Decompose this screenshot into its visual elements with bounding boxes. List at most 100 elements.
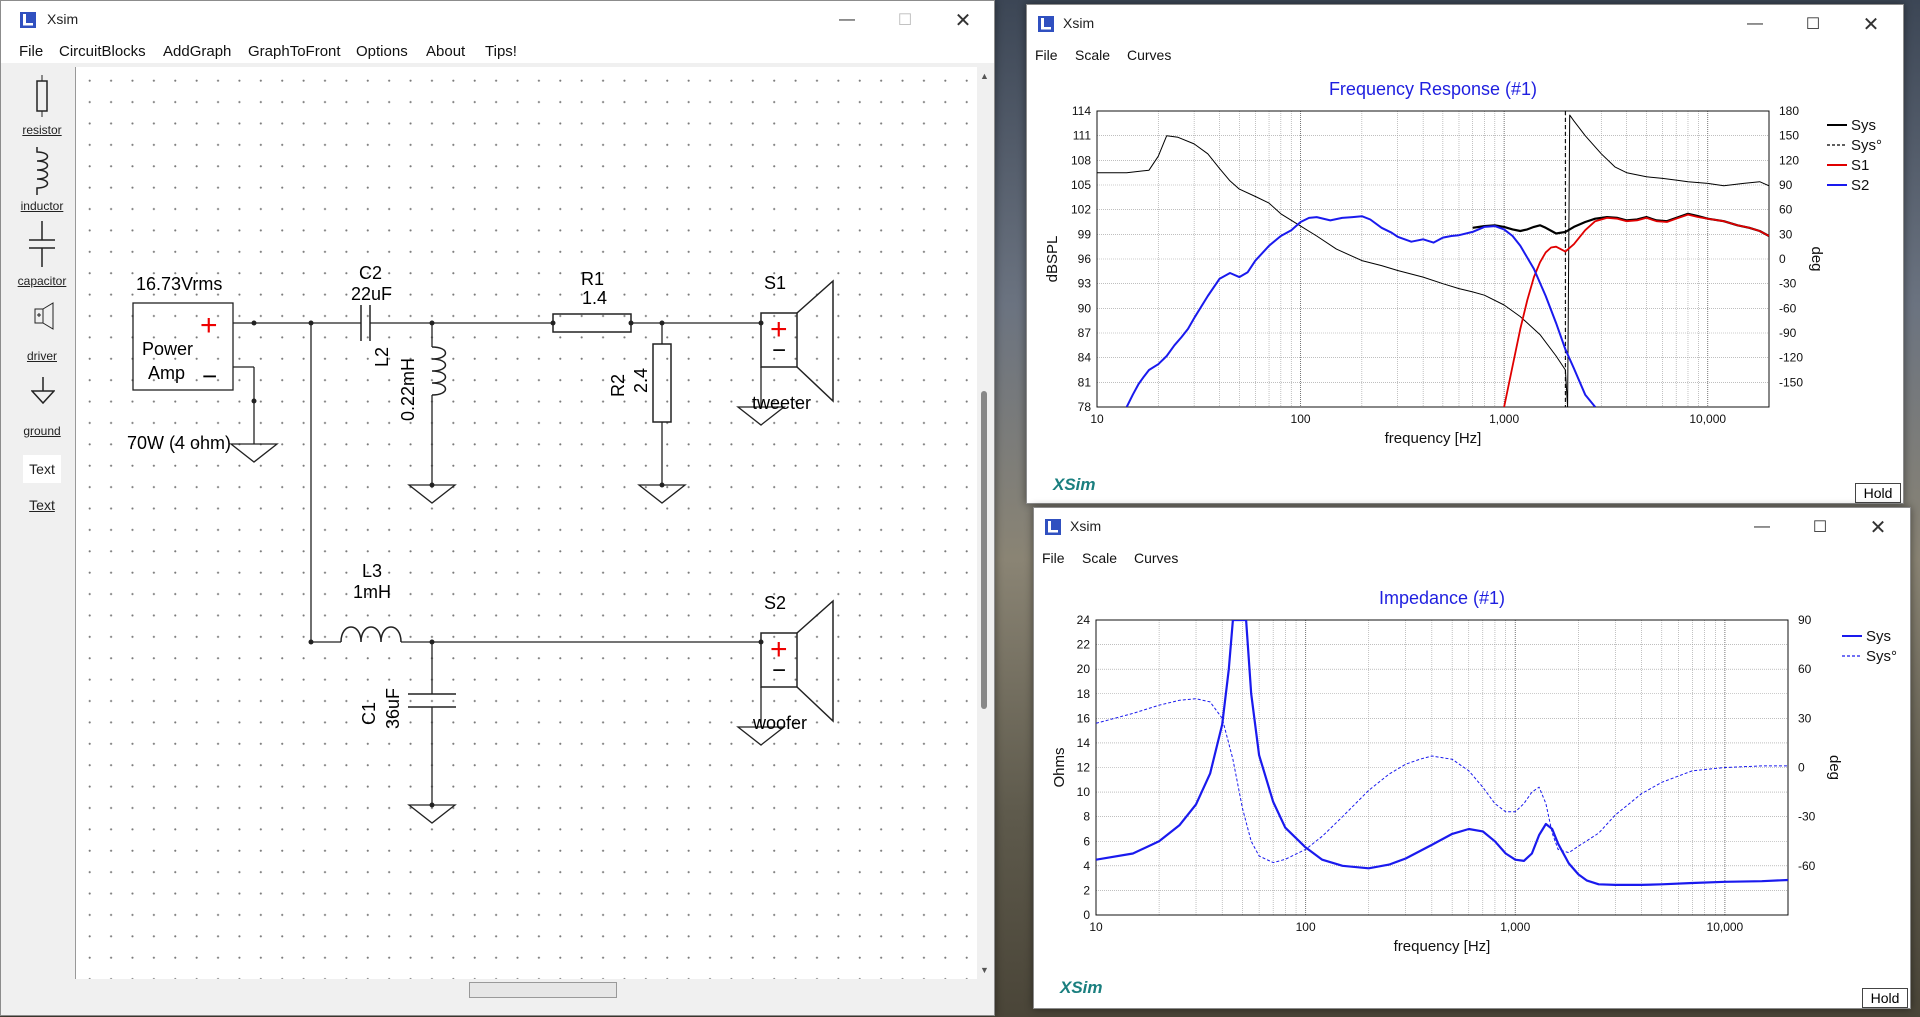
- imp-titlebar[interactable]: Xsim — ☐ ✕: [1034, 508, 1910, 546]
- toolbar-resistor-label[interactable]: resistor: [12, 123, 72, 137]
- c2-value[interactable]: 22uF: [351, 284, 392, 305]
- inductor-icon[interactable]: [31, 147, 55, 195]
- hold-button[interactable]: Hold: [1862, 988, 1908, 1008]
- y-tick-label: 18: [1077, 687, 1091, 701]
- y-tick-label: 6: [1083, 834, 1090, 848]
- chart-title: Frequency Response (#1): [1329, 79, 1537, 99]
- maximize-button[interactable]: ☐: [1790, 5, 1836, 43]
- horizontal-scrollbar[interactable]: [75, 979, 977, 999]
- menu-graphtofront[interactable]: GraphToFront: [248, 43, 341, 60]
- schematic-canvas[interactable]: 16.73Vrms Power Amp + − 70W (4 ohm) C2 2…: [75, 67, 978, 979]
- vertical-scroll-thumb[interactable]: [981, 391, 987, 709]
- l3-name[interactable]: L3: [362, 561, 382, 582]
- scroll-down-arrow[interactable]: ▼: [980, 965, 989, 975]
- y-tick-label: 90: [1078, 301, 1092, 315]
- y2-tick-label: 60: [1798, 662, 1812, 676]
- s1-label[interactable]: tweeter: [752, 393, 811, 414]
- menu-file[interactable]: File: [1035, 47, 1058, 63]
- y-axis-label: Ohms: [1051, 747, 1068, 787]
- s2-name[interactable]: S2: [764, 593, 786, 614]
- x-tick-label: 10: [1090, 412, 1104, 426]
- schematic-window: Xsim — ☐ ✕ File CircuitBlocks AddGraph G…: [0, 0, 995, 1016]
- window-title: Xsim: [47, 11, 79, 27]
- c1-value[interactable]: 36uF: [383, 688, 404, 729]
- y-tick-label: 20: [1077, 662, 1091, 676]
- y-tick-label: 99: [1078, 227, 1092, 241]
- legend-label: Sys: [1866, 628, 1891, 645]
- hold-button[interactable]: Hold: [1855, 483, 1901, 503]
- legend-label: Sys°: [1851, 137, 1882, 154]
- toolbar-text-label-1[interactable]: Text: [12, 461, 72, 477]
- y-tick-label: 10: [1077, 785, 1091, 799]
- minimize-button[interactable]: —: [824, 1, 870, 39]
- c2-name[interactable]: C2: [359, 263, 382, 284]
- menu-addgraph[interactable]: AddGraph: [163, 43, 231, 60]
- l2-name[interactable]: L2: [372, 347, 393, 367]
- menu-curves[interactable]: Curves: [1127, 47, 1171, 63]
- toolbar-text-label-2[interactable]: Text: [12, 497, 72, 513]
- r1-name[interactable]: R1: [581, 269, 604, 290]
- menu-curves[interactable]: Curves: [1134, 550, 1178, 566]
- r1-value[interactable]: 1.4: [582, 288, 607, 309]
- menu-tips[interactable]: Tips!: [485, 43, 517, 60]
- toolbar-inductor-label[interactable]: inductor: [12, 199, 72, 213]
- x-tick-label: 1,000: [1489, 412, 1519, 426]
- menu-file[interactable]: File: [19, 43, 43, 60]
- c1-name[interactable]: C1: [359, 702, 380, 725]
- menu-file[interactable]: File: [1042, 550, 1065, 566]
- toolbar-capacitor-label[interactable]: capacitor: [12, 274, 72, 288]
- menu-circuitblocks[interactable]: CircuitBlocks: [59, 43, 146, 60]
- l3-value[interactable]: 1mH: [353, 582, 391, 603]
- impedance-chart[interactable]: Impedance (#1)24222018161412108642090603…: [1034, 570, 1910, 1008]
- r2-name[interactable]: R2: [608, 374, 629, 397]
- y-tick-label: 102: [1071, 203, 1091, 217]
- maximize-button[interactable]: ☐: [1797, 508, 1843, 546]
- y-tick-label: 105: [1071, 178, 1091, 192]
- vertical-scrollbar[interactable]: ▲ ▼: [977, 67, 993, 979]
- x-tick-label: 1,000: [1500, 920, 1530, 934]
- menu-scale[interactable]: Scale: [1075, 47, 1110, 63]
- menu-options[interactable]: Options: [356, 43, 408, 60]
- horizontal-scroll-thumb[interactable]: [469, 982, 617, 998]
- maximize-button[interactable]: ☐: [882, 1, 928, 39]
- toolbar-ground-label[interactable]: ground: [12, 424, 72, 438]
- scroll-up-arrow[interactable]: ▲: [980, 71, 989, 81]
- l2-value[interactable]: 0.22mH: [398, 358, 419, 421]
- s1-name[interactable]: S1: [764, 273, 786, 294]
- y2-tick-label: 0: [1779, 252, 1786, 266]
- driver-icon[interactable]: [31, 301, 57, 331]
- r2-value[interactable]: 2.4: [631, 368, 652, 393]
- close-button[interactable]: ✕: [1855, 508, 1901, 546]
- schematic-titlebar[interactable]: Xsim — ☐ ✕: [1, 1, 994, 39]
- capacitor-icon[interactable]: [27, 221, 57, 267]
- y2-tick-label: -30: [1798, 810, 1816, 824]
- menu-scale[interactable]: Scale: [1082, 550, 1117, 566]
- toolbar-driver-label[interactable]: driver: [12, 349, 72, 363]
- xsim-app-icon: [1045, 519, 1061, 535]
- amp-rating-label[interactable]: 70W (4 ohm): [127, 433, 231, 454]
- close-button[interactable]: ✕: [1848, 5, 1894, 43]
- y-tick-label: 2: [1083, 883, 1090, 897]
- y-tick-label: 111: [1073, 129, 1092, 143]
- series-line-sys: [1472, 212, 1769, 237]
- freq-titlebar[interactable]: Xsim — ☐ ✕: [1027, 5, 1903, 43]
- frequency-response-chart[interactable]: Frequency Response (#1) 114 111 108 105 102 99…: [1027, 67, 1903, 503]
- s2-label[interactable]: woofer: [753, 713, 807, 734]
- legend-label: S2: [1851, 177, 1869, 194]
- resistor-icon[interactable]: [33, 75, 51, 117]
- component-toolbar: resistor inductor capacitor driver groun…: [11, 67, 73, 1007]
- ground-icon[interactable]: [31, 377, 55, 407]
- close-button[interactable]: ✕: [940, 1, 986, 39]
- source-voltage-label[interactable]: 16.73Vrms: [136, 274, 222, 295]
- x-tick-label: 10,000: [1707, 920, 1744, 934]
- minimize-button[interactable]: —: [1739, 508, 1785, 546]
- legend-label: S1: [1851, 157, 1869, 174]
- y2-tick-label: -30: [1779, 277, 1797, 291]
- y-tick-label: 84: [1078, 351, 1092, 365]
- menu-about[interactable]: About: [426, 43, 465, 60]
- x-axis-label: frequency [Hz]: [1385, 430, 1482, 447]
- y2-tick-label: -120: [1779, 351, 1803, 365]
- y2-tick-label: -150: [1779, 375, 1803, 389]
- minimize-button[interactable]: —: [1732, 5, 1778, 43]
- y-tick-label: 24: [1077, 613, 1091, 627]
